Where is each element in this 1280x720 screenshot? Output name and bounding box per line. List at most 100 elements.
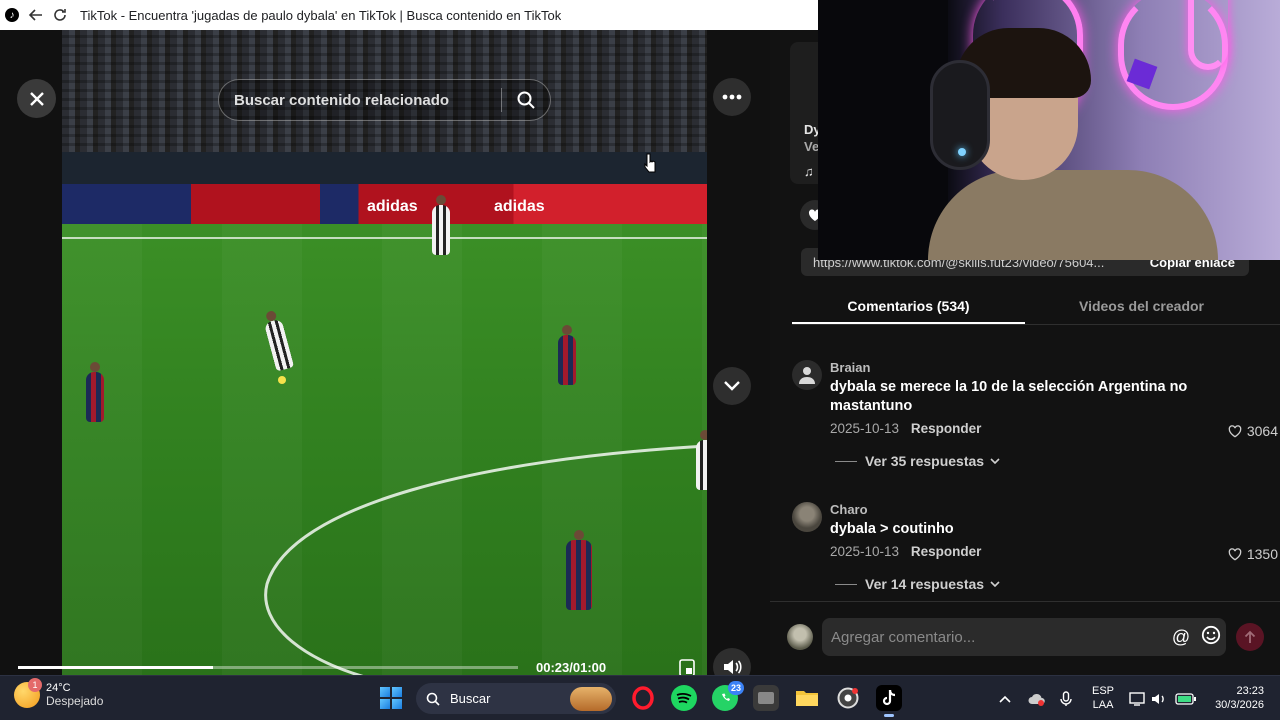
close-button[interactable] — [17, 79, 56, 118]
weather-widget[interactable]: 1 24°C Despejado — [14, 678, 104, 708]
comment-meta: 2025-10-13 Responder — [830, 421, 981, 436]
search-icon[interactable] — [502, 90, 550, 110]
clock-time: 23:23 — [1236, 685, 1264, 697]
arrow-up-icon — [1244, 630, 1256, 643]
battery-icon[interactable] — [1175, 676, 1197, 720]
tiktok-app-icon[interactable] — [876, 685, 902, 717]
player — [696, 430, 707, 490]
music-note-icon: ♫ — [804, 164, 814, 179]
tabs: Comentarios (534) Videos del creador — [792, 292, 1280, 325]
player — [86, 362, 104, 422]
video-progress-fill — [18, 666, 213, 669]
chevron-down-icon — [724, 381, 740, 391]
view-replies-label: Ver 35 respuestas — [865, 453, 985, 469]
display-icon[interactable] — [1129, 676, 1145, 720]
weather-condition: Despejado — [46, 694, 104, 708]
tab-comments[interactable]: Comentarios (534) — [792, 292, 1025, 324]
whatsapp-icon[interactable]: 23 — [712, 681, 744, 711]
weather-sun-icon: 1 — [14, 678, 42, 708]
webcam-overlay — [818, 0, 1280, 260]
neon-light — [1188, 0, 1228, 70]
video-progress-bar[interactable] — [18, 666, 518, 669]
reply-button[interactable]: Responder — [911, 421, 982, 436]
reply-button[interactable]: Responder — [911, 544, 982, 559]
clock-date: 30/3/2026 — [1215, 699, 1264, 711]
comment-meta: 2025-10-13 Responder — [830, 544, 981, 559]
back-arrow-icon[interactable] — [24, 0, 48, 30]
weather-temp: 24°C — [46, 682, 71, 694]
microphone-icon[interactable] — [1060, 676, 1072, 720]
system-clock[interactable]: 23:23 30/3/2026 — [1206, 684, 1264, 712]
related-search-bar[interactable]: Buscar contenido relacionado — [218, 79, 551, 121]
tab-creator-videos[interactable]: Videos del creador — [1025, 292, 1258, 324]
ad-board-text: adidas — [494, 198, 545, 215]
chevron-up-icon[interactable] — [998, 676, 1012, 720]
file-explorer-icon[interactable] — [794, 685, 820, 711]
comment-like-button[interactable]: 1350 — [1228, 546, 1278, 562]
avatar[interactable] — [792, 502, 822, 532]
speaker-icon — [724, 660, 742, 674]
language-code: ESP — [1092, 685, 1115, 697]
heart-outline-icon — [1228, 547, 1242, 560]
comment-date: 2025-10-13 — [830, 421, 900, 436]
comment-composer: Agregar comentario... @ — [770, 601, 1280, 675]
heart-outline-icon — [1228, 424, 1242, 437]
comment-input-placeholder[interactable]: Agregar comentario... — [831, 629, 1166, 646]
video-time: 00:23/01:00 — [536, 660, 607, 675]
pitch-lines — [62, 237, 707, 675]
view-replies-button[interactable]: Ver 35 respuestas — [835, 453, 1000, 469]
mouse-cursor-icon — [643, 152, 657, 179]
cloud-sync-icon[interactable] — [1028, 676, 1046, 720]
ball — [278, 376, 286, 384]
player — [566, 530, 592, 610]
search-input[interactable]: Buscar contenido relacionado — [219, 92, 501, 109]
spotify-icon[interactable] — [671, 685, 697, 711]
avatar — [787, 624, 813, 650]
chrome-icon[interactable] — [835, 685, 861, 711]
comment-date: 2025-10-13 — [830, 544, 900, 559]
page-title: TikTok - Encuentra 'jugadas de paulo dyb… — [80, 7, 562, 23]
player — [432, 195, 450, 255]
avatar[interactable] — [792, 360, 822, 390]
search-icon — [426, 692, 440, 706]
video-panel: adidas adidas Buscar contenido relaciona… — [0, 30, 770, 686]
windows-start-icon[interactable] — [380, 687, 402, 709]
view-replies-label: Ver 14 respuestas — [865, 576, 985, 592]
chevron-down-icon — [990, 581, 1000, 587]
video-player[interactable]: adidas adidas — [62, 30, 707, 675]
comment-text: dybala se merece la 10 de la selección A… — [830, 379, 1188, 414]
game-app-icon[interactable] — [753, 685, 779, 711]
ad-board-text: adidas — [367, 198, 418, 215]
comment-like-count: 3064 — [1246, 423, 1278, 439]
emoji-icon[interactable] — [1196, 625, 1226, 650]
reload-icon[interactable] — [48, 0, 72, 30]
volume-icon[interactable] — [1151, 676, 1167, 720]
comment-username[interactable]: Braian — [830, 360, 870, 375]
next-video-button[interactable] — [713, 367, 751, 405]
stadium-barrier — [62, 152, 707, 184]
search-highlight-icon — [570, 687, 612, 711]
streamer-body — [928, 170, 1218, 260]
notification-badge: 1 — [28, 678, 42, 692]
language-indicator[interactable]: ESP LAA — [1092, 684, 1114, 712]
opera-icon[interactable] — [630, 685, 656, 711]
mention-icon[interactable]: @ — [1166, 627, 1196, 648]
ellipsis-icon — [722, 94, 742, 100]
comment-username[interactable]: Charo — [830, 502, 868, 517]
comment-like-count: 1350 — [1246, 546, 1278, 562]
windows-taskbar: 1 24°C Despejado Buscar 23 ESP LAA 23:23… — [0, 675, 1280, 720]
view-replies-button[interactable]: Ver 14 respuestas — [835, 576, 1000, 592]
more-options-button[interactable] — [713, 78, 751, 116]
chevron-down-icon — [990, 458, 1000, 464]
browser-titlebar: ♪ TikTok - Encuentra 'jugadas de paulo d… — [0, 0, 818, 30]
comment-input[interactable]: Agregar comentario... @ — [822, 618, 1226, 656]
comment-text: dybala > coutinho — [830, 521, 954, 537]
send-comment-button[interactable] — [1236, 623, 1264, 651]
keyboard-layout: LAA — [1092, 699, 1114, 711]
creator-subtitle: Ve — [804, 139, 820, 154]
tiktok-favicon-icon: ♪ — [0, 0, 24, 30]
player — [558, 325, 576, 385]
taskbar-search[interactable]: Buscar — [416, 683, 616, 714]
comment-like-button[interactable]: 3064 — [1228, 423, 1278, 439]
user-icon — [799, 367, 815, 384]
